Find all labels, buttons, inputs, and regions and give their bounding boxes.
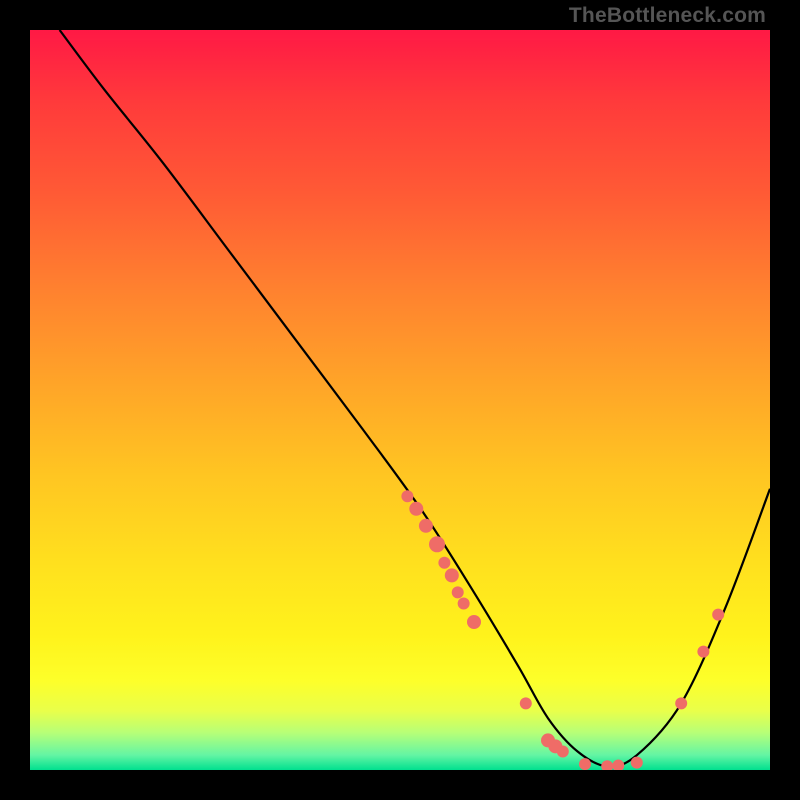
curve-marker	[467, 615, 481, 629]
curve-marker	[438, 557, 450, 569]
curve-marker	[452, 586, 464, 598]
bottleneck-curve-svg	[30, 30, 770, 770]
curve-marker	[520, 697, 532, 709]
curve-marker	[409, 502, 423, 516]
curve-marker	[631, 757, 643, 769]
curve-marker	[445, 568, 459, 582]
curve-marker	[675, 697, 687, 709]
curve-marker	[557, 746, 569, 758]
curve-marker	[712, 609, 724, 621]
bottleneck-curve-path	[60, 30, 770, 766]
curve-marker	[579, 758, 591, 770]
curve-markers	[401, 490, 724, 770]
watermark-text: TheBottleneck.com	[569, 4, 766, 28]
curve-marker	[429, 536, 445, 552]
curve-marker	[612, 760, 624, 770]
curve-marker	[601, 760, 613, 770]
curve-marker	[401, 490, 413, 502]
curve-marker	[419, 519, 433, 533]
curve-marker	[697, 646, 709, 658]
curve-marker	[458, 598, 470, 610]
